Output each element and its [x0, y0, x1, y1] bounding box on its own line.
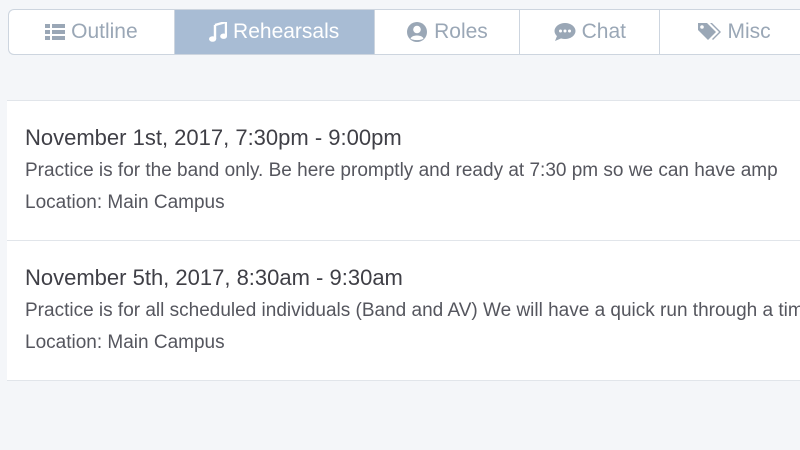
rehearsal-item: November 1st, 2017, 7:30pm - 9:00pm Prac… — [7, 101, 800, 241]
rehearsal-date-time: November 5th, 2017, 8:30am - 9:30am — [25, 265, 403, 290]
user-circle-icon — [406, 21, 428, 43]
list-icon — [45, 23, 66, 41]
rehearsal-item: November 5th, 2017, 8:30am - 9:30am Prac… — [7, 241, 800, 381]
tab-rehearsals[interactable]: Rehearsals — [174, 10, 375, 54]
rehearsal-date-time: November 1st, 2017, 7:30pm - 9:00pm — [25, 125, 402, 150]
tab-misc[interactable]: Misc — [660, 10, 800, 54]
tab-outline[interactable]: Outline — [9, 10, 175, 54]
tab-outline-label: Outline — [71, 20, 138, 43]
rehearsal-location: Location: Main Campus — [25, 332, 225, 353]
tags-icon — [697, 22, 722, 42]
rehearsal-list: November 1st, 2017, 7:30pm - 9:00pm Prac… — [7, 100, 800, 381]
music-note-icon — [209, 22, 228, 42]
tab-chat-label: Chat — [581, 20, 626, 43]
tab-chat[interactable]: Chat — [520, 10, 661, 54]
rehearsal-description: Practice is for all scheduled individual… — [25, 300, 800, 321]
rehearsal-location: Location: Main Campus — [25, 192, 225, 213]
rehearsal-description: Practice is for the band only. Be here p… — [25, 160, 778, 181]
tab-rehearsals-label: Rehearsals — [233, 20, 340, 43]
tab-roles[interactable]: Roles — [375, 10, 521, 54]
tab-roles-label: Roles — [434, 20, 488, 43]
tab-misc-label: Misc — [727, 20, 771, 43]
app-viewport: Outline Rehearsals Roles Chat Misc Novem… — [0, 0, 800, 450]
chat-bubble-icon — [554, 22, 576, 42]
tab-bar: Outline Rehearsals Roles Chat Misc — [8, 9, 800, 55]
